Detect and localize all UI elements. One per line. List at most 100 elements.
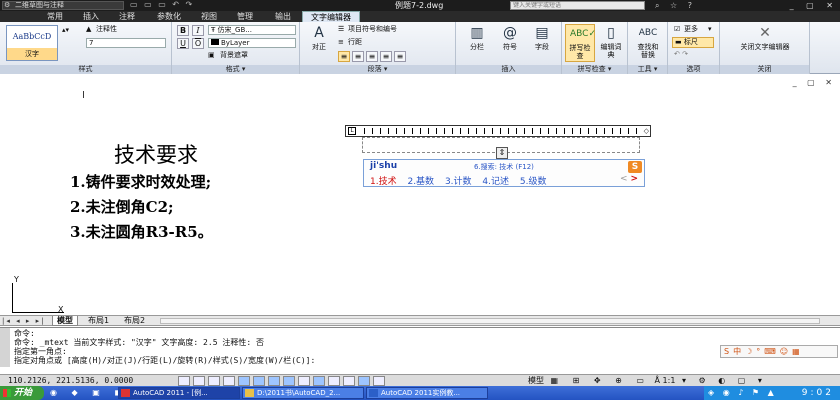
field-button[interactable]: ▤ 字段 (528, 24, 556, 51)
edit-dictionary-button[interactable]: ▯ 编辑词典 (597, 24, 625, 59)
background-mask-button[interactable]: 背景遮罩 (220, 51, 248, 60)
taskbar-item-folder[interactable]: D:\2011书\AutoCAD_2... (242, 387, 364, 399)
more-checkbox-icon: ☑ (674, 25, 681, 33)
ruler-toggle[interactable]: ▬ 标尺 (672, 37, 714, 48)
align-center-icon[interactable]: ≡ (352, 51, 364, 62)
columns-label: 分栏 (470, 43, 484, 51)
dynamic-input-icon[interactable] (313, 376, 325, 386)
spell-check-button[interactable]: ABC✓ 拼写检查 (565, 24, 596, 62)
ime-toolbar[interactable]: S中☽°⌨☺▦ (720, 345, 838, 358)
ime-pinyin: ji'shu (370, 161, 398, 171)
horizontal-scrollbar[interactable] (160, 318, 820, 324)
infocenter-icons[interactable]: ⌕ ☆ ? (655, 0, 696, 11)
tab-layout1[interactable]: 布局1 (84, 316, 113, 326)
tab-view[interactable]: 视图 (194, 11, 224, 22)
search-input[interactable]: 键入关键字或短语 (510, 1, 645, 10)
object-snap-icon[interactable] (253, 376, 265, 386)
ime-candidate[interactable]: 3.计数 (445, 177, 472, 187)
workspace-status-icons[interactable]: ▾ ⚙ ◐ ▢ ▾ (682, 376, 767, 385)
tab-manage[interactable]: 管理 (230, 11, 260, 22)
align-distribute-icon[interactable]: ≡ (394, 51, 406, 62)
align-right-icon[interactable]: ≡ (366, 51, 378, 62)
command-window[interactable]: 命令: 命令: _mtext 当前文字样式: "汉字" 文字高度: 2.5 注释… (0, 327, 840, 367)
bold-button[interactable]: B (177, 25, 189, 36)
overline-button[interactable]: O (192, 38, 204, 49)
object-snap-tracking-icon[interactable] (283, 376, 295, 386)
symbol-button[interactable]: @ 符号 (496, 24, 524, 51)
more-button[interactable]: 更多 (684, 25, 698, 34)
command-history-line: 命令: _mtext 当前文字样式: "汉字" 文字高度: 2.5 注释性: 否 (14, 338, 264, 347)
tab-output[interactable]: 输出 (266, 11, 300, 22)
style-scroll-icon[interactable]: ▴▾ (62, 26, 70, 35)
color-select[interactable]: ByLayer (208, 38, 296, 48)
ime-page-arrows-icon[interactable]: < > (620, 174, 638, 184)
taskbar-item-autocad[interactable]: AutoCAD 2011 - [例... (118, 387, 240, 399)
ime-candidate[interactable]: 5.级数 (520, 177, 547, 187)
height-resize-grip-icon[interactable]: ⇕ (496, 147, 508, 159)
undo-redo-icons[interactable]: ↶ ↷ (674, 50, 688, 59)
find-replace-button[interactable]: ABC 查找和替换 (631, 24, 665, 59)
mtext-ruler[interactable]: L ◇ (345, 125, 651, 137)
line-spacing-button[interactable]: 行距 (348, 38, 362, 47)
ime-candidate[interactable]: 4.记述 (482, 177, 509, 187)
ortho-mode-icon[interactable] (223, 376, 235, 386)
quick-launch-icons[interactable]: ◉ ◆ ▣ ◼ (50, 386, 127, 400)
polar-tracking-icon[interactable] (238, 376, 250, 386)
ime-candidate[interactable]: 1.技术 (370, 177, 397, 187)
navigation-icons[interactable]: ▦ ⊞ ✥ ⊕ ▭ (551, 376, 650, 385)
command-window-grip[interactable] (0, 328, 10, 367)
text-height-input[interactable]: 7 (86, 38, 166, 48)
tab-insert[interactable]: 插入 (76, 11, 106, 22)
align-left-icon[interactable]: ≡ (338, 51, 350, 62)
style-preview: AaBbCcD (12, 32, 52, 41)
columns-button[interactable]: ▥ 分栏 (462, 24, 492, 51)
drawing-area[interactable]: _ ▢ ✕ I 技术要求 1.铸件要求时效处理; 2.未注倒角C2; 3.未注圆… (0, 75, 840, 316)
taskbar-item-document[interactable]: AutoCAD 2011实例教... (366, 387, 488, 399)
ruler-resize-icon[interactable]: ◇ (644, 127, 649, 135)
ime-search-hint[interactable]: 6.搜索: 技术 (F12) (474, 162, 534, 172)
text-cursor-icon: I (82, 90, 85, 101)
document-window-controls[interactable]: _ ▢ ✕ (793, 78, 836, 87)
ime-candidate-window: ji'shu 6.搜索: 技术 (F12) S 1.技术 2.基数 3.计数 4… (363, 159, 645, 187)
layout-nav-arrows-icon[interactable]: |◂ ◂ ▸ ▸| (2, 316, 45, 326)
tray-icons[interactable]: ◈ ◉ ♪ ⚑ ▲ (708, 388, 777, 397)
quick-access-toolbar[interactable]: ▭ ▭ ▭ ↶ ↷ (130, 0, 194, 9)
selection-cycling-icon[interactable] (373, 376, 385, 386)
style-gallery[interactable]: AaBbCcD 汉字 (6, 25, 58, 61)
annotation-scale[interactable]: 1:1 (663, 376, 676, 385)
underline-button[interactable]: U (177, 38, 189, 49)
ime-candidate[interactable]: 2.基数 (407, 177, 434, 187)
clock[interactable]: 9:02 (802, 386, 834, 400)
more-dropdown-icon[interactable]: ▾ (708, 25, 712, 34)
infer-constraints-icon[interactable] (178, 376, 190, 386)
transparency-icon[interactable] (343, 376, 355, 386)
tab-home[interactable]: 常用 (40, 11, 70, 22)
font-select[interactable]: Ŧ 仿宋_GB... (208, 25, 296, 35)
command-prompt-line[interactable]: 指定对角点或 [高度(H)/对正(J)/行距(L)/旋转(R)/样式(S)/宽度… (14, 356, 315, 365)
start-button[interactable]: 开始 (0, 386, 44, 400)
snap-mode-icon[interactable] (193, 376, 205, 386)
tab-stop-icon[interactable]: L (348, 127, 356, 135)
justify-button[interactable]: A 对正 (304, 24, 334, 51)
3d-osnap-icon[interactable] (268, 376, 280, 386)
window-controls[interactable]: _ ▢ ✕ (790, 0, 838, 11)
panel-paragraph: A 对正 ☰ 项目符号和编号 ≡ 行距 ≡ ≡ ≡ ≡ ≡ 段落 ▾ (300, 22, 456, 74)
tab-layout2[interactable]: 布局2 (120, 316, 149, 326)
align-justify-icon[interactable]: ≡ (380, 51, 392, 62)
lineweight-icon[interactable] (328, 376, 340, 386)
model-space-button[interactable]: 模型 (528, 376, 544, 385)
dynamic-ucs-icon[interactable] (298, 376, 310, 386)
tab-model[interactable]: 模型 (52, 316, 78, 326)
workspace-selector[interactable]: ⚙ 二维草图与注释 (2, 1, 124, 10)
grid-display-icon[interactable] (208, 376, 220, 386)
bullets-button[interactable]: 项目符号和编号 (348, 25, 397, 34)
close-text-editor-button[interactable]: ✕ 关闭文字编辑器 (724, 24, 806, 51)
tab-annotate[interactable]: 注释 (110, 11, 144, 22)
annotative-toggle[interactable]: 注释性 (96, 25, 117, 34)
workspace-name: 二维草图与注释 (15, 1, 64, 9)
tab-parametric[interactable]: 参数化 (148, 11, 190, 22)
quick-properties-icon[interactable] (358, 376, 370, 386)
italic-button[interactable]: I (192, 25, 204, 36)
panel-label-paragraph: 段落 ▾ (300, 65, 455, 74)
tab-text-editor[interactable]: 文字编辑器 (302, 11, 360, 22)
